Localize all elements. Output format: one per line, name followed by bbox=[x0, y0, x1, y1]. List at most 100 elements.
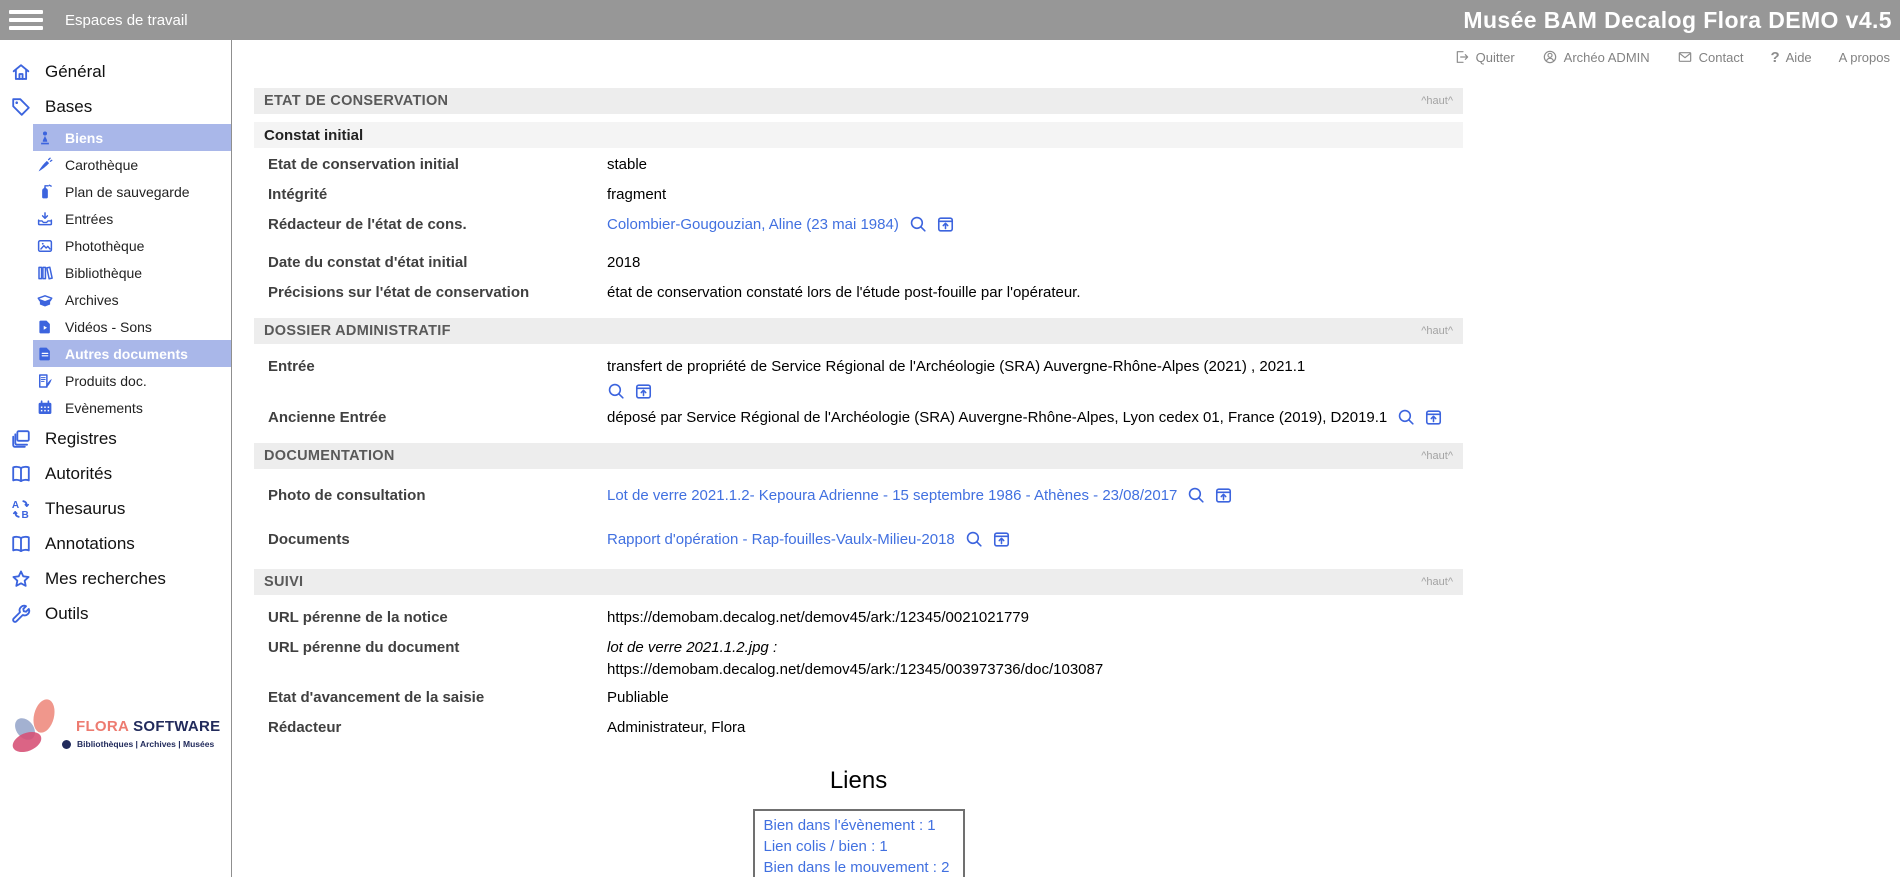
sidebar-item-bases[interactable]: Bases bbox=[0, 89, 231, 124]
section-etat-de-conservation: ETAT DE CONSERVATION ^haut^ bbox=[254, 88, 1463, 114]
sidebar-item-annotations[interactable]: Annotations bbox=[0, 526, 231, 561]
open-in-new-window-icon[interactable] bbox=[992, 530, 1011, 549]
registers-stack-icon bbox=[10, 428, 32, 450]
sidebar-item-label: Général bbox=[45, 62, 105, 82]
back-to-top-link[interactable]: ^haut^ bbox=[1421, 450, 1453, 462]
quitter-button[interactable]: Quitter bbox=[1454, 49, 1515, 65]
tag-icon bbox=[10, 96, 32, 118]
core-sample-icon bbox=[36, 156, 54, 174]
field-label: Précisions sur l'état de conservation bbox=[254, 282, 607, 304]
field-value: Administrateur, Flora bbox=[607, 717, 1463, 739]
lien-mouvement-link[interactable]: Bien dans le mouvement : 2 bbox=[764, 857, 954, 877]
artifact-statue-icon bbox=[36, 129, 54, 147]
sidebar-item-label: Plan de sauvegarde bbox=[65, 184, 190, 200]
open-in-new-window-icon[interactable] bbox=[634, 382, 653, 401]
section-title: DOSSIER ADMINISTRATIF bbox=[264, 323, 451, 339]
sidebar-item-evenements[interactable]: Evènements bbox=[33, 394, 231, 421]
sidebar-item-label: Registres bbox=[45, 429, 117, 449]
back-to-top-link[interactable]: ^haut^ bbox=[1421, 95, 1453, 107]
fire-extinguisher-icon bbox=[36, 183, 54, 201]
top-bar: Espaces de travail Musée BAM Decalog Flo… bbox=[0, 0, 1900, 40]
lien-evenement-link[interactable]: Bien dans l'évènement : 1 bbox=[764, 815, 954, 836]
main-area: Quitter Archéo ADMIN Contact ? Aide A pr… bbox=[233, 40, 1900, 877]
open-book-icon bbox=[10, 533, 32, 555]
photo-icon bbox=[36, 237, 54, 255]
field-row: Etat de conservation initial stable bbox=[254, 154, 1463, 178]
sidebar-item-biens[interactable]: Biens bbox=[33, 124, 231, 151]
field-label: Ancienne Entrée bbox=[254, 407, 607, 429]
open-in-new-window-icon[interactable] bbox=[1214, 486, 1233, 505]
sidebar-item-produits-doc[interactable]: Produits doc. bbox=[33, 367, 231, 394]
field-label: URL pérenne de la notice bbox=[254, 607, 607, 629]
envelope-icon bbox=[1677, 49, 1693, 65]
field-row: Ancienne Entrée déposé par Service Régio… bbox=[254, 407, 1463, 431]
field-value: état de conservation constaté lors de l'… bbox=[607, 282, 1463, 304]
back-to-top-link[interactable]: ^haut^ bbox=[1421, 576, 1453, 588]
search-icon[interactable] bbox=[1397, 408, 1416, 427]
contact-button[interactable]: Contact bbox=[1677, 49, 1744, 65]
sidebar-item-bibliotheque[interactable]: Bibliothèque bbox=[33, 259, 231, 286]
user-account-button[interactable]: Archéo ADMIN bbox=[1542, 49, 1650, 65]
search-icon[interactable] bbox=[965, 530, 984, 549]
field-value: Lot de verre 2021.1.2- Kepoura Adrienne … bbox=[607, 485, 1463, 507]
svg-text:A: A bbox=[12, 500, 20, 511]
sidebar-item-outils[interactable]: Outils bbox=[0, 596, 231, 631]
sidebar-item-label: Biens bbox=[65, 130, 103, 146]
sidebar-item-archives[interactable]: Archives bbox=[33, 286, 231, 313]
sidebar-item-label: Outils bbox=[45, 604, 88, 624]
sidebar-item-videos-sons[interactable]: Vidéos - Sons bbox=[33, 313, 231, 340]
flora-flower-logo bbox=[8, 696, 72, 771]
sidebar-item-mes-recherches[interactable]: Mes recherches bbox=[0, 561, 231, 596]
open-book-icon bbox=[10, 463, 32, 485]
media-document-icon bbox=[36, 318, 54, 336]
workspace-label[interactable]: Espaces de travail bbox=[65, 12, 188, 29]
document-pen-icon bbox=[36, 372, 54, 390]
section-title: SUIVI bbox=[264, 574, 303, 590]
subsection-constat-initial: Constat initial bbox=[254, 122, 1463, 148]
open-in-new-window-icon[interactable] bbox=[1424, 408, 1443, 427]
section-dossier-administratif: DOSSIER ADMINISTRATIF ^haut^ bbox=[254, 318, 1463, 344]
field-row: Rédacteur Administrateur, Flora bbox=[254, 717, 1463, 741]
sidebar-item-autorites[interactable]: Autorités bbox=[0, 456, 231, 491]
sidebar-item-phototheque[interactable]: Photothèque bbox=[33, 232, 231, 259]
search-icon[interactable] bbox=[1187, 486, 1206, 505]
field-row: URL pérenne du document lot de verre 202… bbox=[254, 637, 1463, 681]
section-title: DOCUMENTATION bbox=[264, 448, 395, 464]
field-value: fragment bbox=[607, 184, 1463, 206]
sidebar-item-label: Carothèque bbox=[65, 157, 138, 173]
sidebar-item-registres[interactable]: Registres bbox=[0, 421, 231, 456]
sidebar-item-entrees[interactable]: Entrées bbox=[33, 205, 231, 232]
field-label: Intégrité bbox=[254, 184, 607, 206]
document-record-link[interactable]: Rapport d'opération - Rap-fouilles-Vaulx… bbox=[607, 531, 955, 548]
sidebar-item-carotheque[interactable]: Carothèque bbox=[33, 151, 231, 178]
hamburger-menu-icon[interactable] bbox=[9, 10, 43, 30]
sidebar-item-general[interactable]: Général bbox=[0, 54, 231, 89]
field-value: Publiable bbox=[607, 687, 1463, 709]
field-row: URL pérenne de la notice https://demobam… bbox=[254, 607, 1463, 631]
field-row: Documents Rapport d'opération - Rap-foui… bbox=[254, 529, 1463, 553]
sidebar-item-plan-de-sauvegarde[interactable]: Plan de sauvegarde bbox=[33, 178, 231, 205]
flora-software-logo: FLORA SOFTWARE Bibliothèques | Archives … bbox=[8, 696, 220, 771]
search-icon[interactable] bbox=[909, 215, 928, 234]
search-icon[interactable] bbox=[607, 382, 626, 401]
open-in-new-window-icon[interactable] bbox=[936, 215, 955, 234]
sidebar-item-thesaurus[interactable]: AB Thesaurus bbox=[0, 491, 231, 526]
field-row: Etat d'avancement de la saisie Publiable bbox=[254, 687, 1463, 711]
authority-record-link[interactable]: Colombier-Gougouzian, Aline (23 mai 1984… bbox=[607, 216, 899, 233]
sidebar-item-autres-documents[interactable]: Autres documents bbox=[33, 340, 231, 367]
field-value: 2018 bbox=[607, 252, 1463, 274]
sidebar-item-label: Annotations bbox=[45, 534, 135, 554]
field-row: Entrée transfert de propriété de Service… bbox=[254, 356, 1463, 401]
sidebar-item-label: Produits doc. bbox=[65, 373, 147, 389]
sidebar-item-label: Mes recherches bbox=[45, 569, 166, 589]
field-label: Entrée bbox=[254, 356, 607, 378]
photo-record-link[interactable]: Lot de verre 2021.1.2- Kepoura Adrienne … bbox=[607, 487, 1177, 504]
brand-name: FLORA SOFTWARE bbox=[76, 718, 220, 735]
document-file-name: lot de verre 2021.1.2.jpg : bbox=[607, 637, 1463, 659]
field-row: Photo de consultation Lot de verre 2021.… bbox=[254, 485, 1463, 509]
aide-button[interactable]: ? Aide bbox=[1770, 49, 1811, 66]
a-propos-button[interactable]: A propos bbox=[1839, 50, 1890, 65]
back-to-top-link[interactable]: ^haut^ bbox=[1421, 325, 1453, 337]
lien-colis-bien-link[interactable]: Lien colis / bien : 1 bbox=[764, 836, 954, 857]
field-label: Date du constat d'état initial bbox=[254, 252, 607, 274]
